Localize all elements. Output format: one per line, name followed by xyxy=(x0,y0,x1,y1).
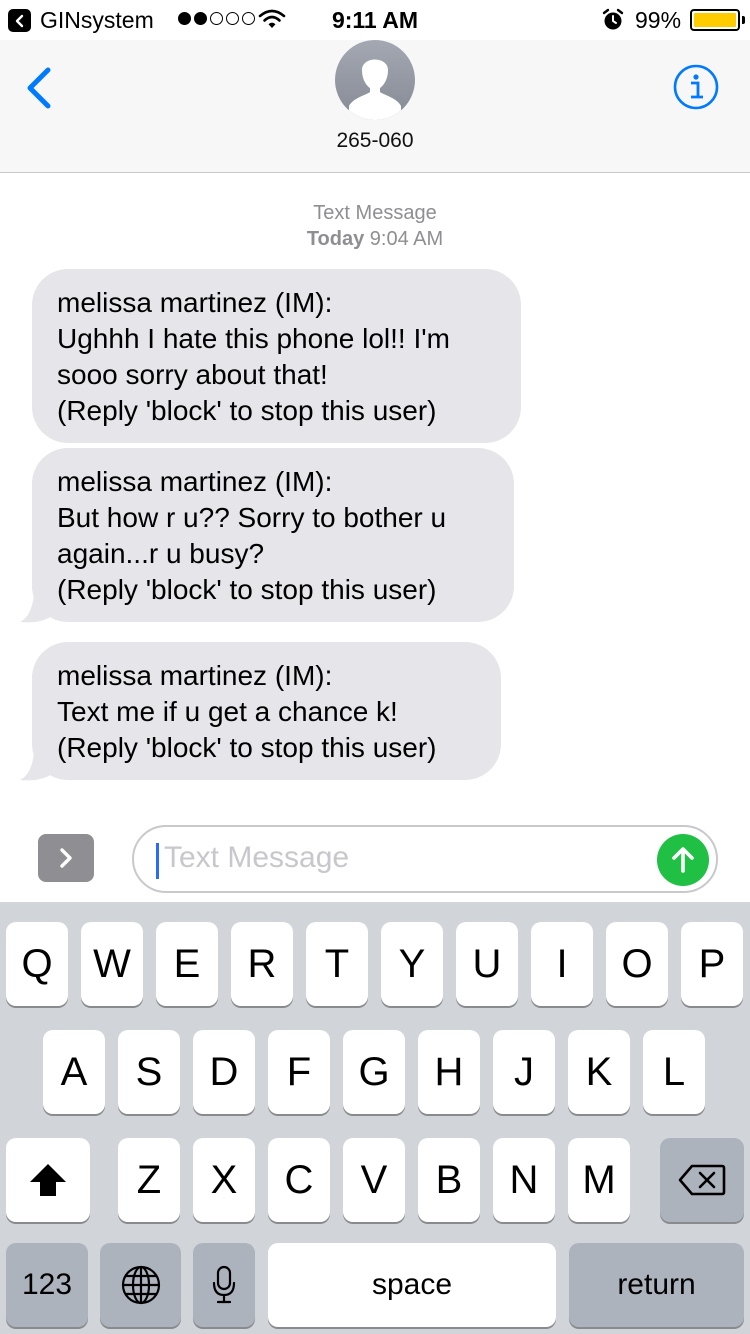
key-k[interactable]: K xyxy=(568,1030,630,1114)
info-icon xyxy=(673,64,719,110)
back-button[interactable] xyxy=(20,64,60,112)
key-v[interactable]: V xyxy=(343,1138,405,1222)
key-w[interactable]: W xyxy=(81,922,143,1006)
message-input-placeholder: Text Message xyxy=(164,841,350,874)
contact-avatar[interactable] xyxy=(335,40,415,120)
app-drawer-icon xyxy=(60,848,72,868)
incoming-message-bubble[interactable]: melissa martinez (IM): Text me if u get … xyxy=(32,642,501,780)
key-q[interactable]: Q xyxy=(6,922,68,1006)
battery-tip xyxy=(742,16,745,24)
message-input[interactable]: Text Message xyxy=(132,825,718,893)
bubble-tail xyxy=(20,594,52,623)
message-timestamp: Text Message Today 9:04 AM xyxy=(0,200,750,252)
timestamp-label: Text Message xyxy=(313,202,437,224)
delete-icon xyxy=(678,1164,726,1196)
app-drawer-button[interactable] xyxy=(38,834,94,882)
key-y[interactable]: Y xyxy=(381,922,443,1006)
key-c[interactable]: C xyxy=(268,1138,330,1222)
key-x[interactable]: X xyxy=(193,1138,255,1222)
conversation-header: 265-060 xyxy=(0,40,750,173)
alarm-icon xyxy=(602,8,624,38)
key-l[interactable]: L xyxy=(643,1030,705,1114)
key-b[interactable]: B xyxy=(418,1138,480,1222)
key-n[interactable]: N xyxy=(493,1138,555,1222)
shift-icon xyxy=(30,1164,66,1196)
status-bar: GINsystem 9:11 AM 99% xyxy=(0,0,750,40)
key-e[interactable]: E xyxy=(156,922,218,1006)
timestamp-time: 9:04 AM xyxy=(369,228,444,250)
timestamp-day: Today xyxy=(306,228,365,250)
text-cursor xyxy=(156,843,159,879)
key-t[interactable]: T xyxy=(306,922,368,1006)
key-i[interactable]: I xyxy=(531,922,593,1006)
key-a[interactable]: A xyxy=(43,1030,105,1114)
key-z[interactable]: Z xyxy=(118,1138,180,1222)
microphone-icon xyxy=(212,1265,236,1304)
key-o[interactable]: O xyxy=(606,922,668,1006)
send-arrow-icon xyxy=(672,847,694,873)
battery-level xyxy=(694,13,736,27)
battery-percent: 99% xyxy=(635,7,682,33)
space-key[interactable]: space xyxy=(268,1243,556,1327)
globe-key[interactable] xyxy=(100,1243,181,1327)
key-g[interactable]: G xyxy=(343,1030,405,1114)
key-m[interactable]: M xyxy=(568,1138,630,1222)
contact-name[interactable]: 265-060 xyxy=(0,129,750,153)
info-button[interactable] xyxy=(673,64,719,110)
key-f[interactable]: F xyxy=(268,1030,330,1114)
key-u[interactable]: U xyxy=(456,922,518,1006)
incoming-message-bubble[interactable]: melissa martinez (IM): But how r u?? Sor… xyxy=(32,448,514,622)
key-h[interactable]: H xyxy=(418,1030,480,1114)
dictation-key[interactable] xyxy=(193,1243,255,1327)
contact-avatar-icon xyxy=(349,59,401,120)
return-key[interactable]: return xyxy=(569,1243,744,1327)
key-p[interactable]: P xyxy=(681,922,743,1006)
key-d[interactable]: D xyxy=(193,1030,255,1114)
shift-key[interactable] xyxy=(6,1138,90,1222)
globe-icon xyxy=(121,1265,160,1305)
key-r[interactable]: R xyxy=(231,922,293,1006)
battery-icon xyxy=(690,9,740,31)
numbers-key[interactable]: 123 xyxy=(6,1243,88,1327)
send-button[interactable] xyxy=(657,834,709,886)
timestamp-datetime: Today 9:04 AM xyxy=(0,226,750,252)
incoming-message-bubble[interactable]: melissa martinez (IM): Ughhh I hate this… xyxy=(32,269,521,443)
back-chevron-icon xyxy=(27,67,51,109)
bubble-tail xyxy=(20,752,52,781)
key-s[interactable]: S xyxy=(118,1030,180,1114)
keyboard: Q W E R T Y U I O P A S D F G H J K L Z … xyxy=(0,902,750,1334)
delete-key[interactable] xyxy=(660,1138,744,1222)
key-j[interactable]: J xyxy=(493,1030,555,1114)
